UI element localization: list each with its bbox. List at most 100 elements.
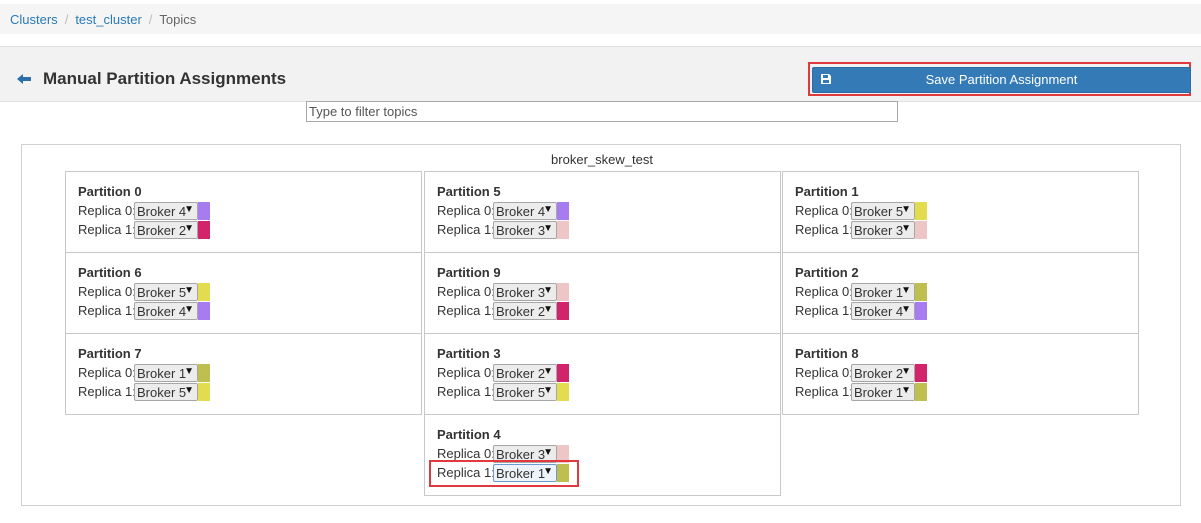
- broker-select-value: Broker 2: [496, 366, 546, 381]
- broker-color-swatch: [915, 221, 927, 239]
- caret-down-icon: ▼: [901, 366, 911, 377]
- partition-title: Partition 2: [795, 265, 859, 280]
- broker-color-swatch: [915, 302, 927, 320]
- partition-title: Partition 8: [795, 346, 859, 361]
- broker-select[interactable]: Broker 4 ▼: [851, 302, 915, 320]
- broker-color-swatch: [557, 283, 569, 301]
- partition-card: Partition 1 Replica 0: Broker 5 ▼ Replica 1:…: [782, 171, 1139, 253]
- replica-label: Replica 0:: [795, 284, 853, 299]
- partition-title: Partition 9: [437, 265, 501, 280]
- caret-down-icon: ▼: [184, 385, 194, 396]
- replica-label: Replica 0:: [78, 203, 136, 218]
- partition-card: Partition 9 Replica 0: Broker 3 ▼ Replica 1:…: [424, 252, 781, 334]
- partition-card: Partition 8 Replica 0: Broker 2 ▼ Replica 1:…: [782, 333, 1139, 415]
- partition-title: Partition 6: [78, 265, 142, 280]
- broker-select-value: Broker 4: [137, 304, 187, 319]
- caret-down-icon: ▼: [184, 223, 194, 234]
- broker-select[interactable]: Broker 5 ▼: [134, 383, 198, 401]
- broker-select-value: Broker 5: [137, 285, 187, 300]
- broker-color-swatch: [557, 302, 569, 320]
- broker-select[interactable]: Broker 1 ▼: [134, 364, 198, 382]
- broker-select[interactable]: Broker 4 ▼: [493, 202, 557, 220]
- broker-select[interactable]: Broker 3 ▼: [493, 221, 557, 239]
- broker-select-value: Broker 5: [137, 385, 187, 400]
- breadcrumb-separator: /: [64, 12, 69, 27]
- caret-down-icon: ▼: [543, 223, 553, 234]
- broker-select[interactable]: Broker 4 ▼: [134, 202, 198, 220]
- broker-select-value: Broker 1: [854, 385, 904, 400]
- replica-label: Replica 1:: [437, 222, 495, 237]
- topic-name: broker_skew_test: [551, 152, 653, 167]
- broker-select-value: Broker 2: [854, 366, 904, 381]
- caret-down-icon: ▼: [543, 304, 553, 315]
- caret-down-icon: ▼: [543, 385, 553, 396]
- broker-color-swatch: [557, 221, 569, 239]
- broker-color-swatch: [198, 221, 210, 239]
- broker-color-swatch: [557, 364, 569, 382]
- broker-select-value: Broker 3: [496, 285, 546, 300]
- replica-label: Replica 0:: [795, 365, 853, 380]
- breadcrumb-trail: Clusters / test_cluster / Topics: [10, 12, 196, 27]
- caret-down-icon: ▼: [184, 285, 194, 296]
- replica-label: Replica 0:: [437, 446, 495, 461]
- topic-filter-input[interactable]: [306, 101, 898, 122]
- broker-select-value: Broker 4: [137, 204, 187, 219]
- partition-title: Partition 7: [78, 346, 142, 361]
- replica-label: Replica 1:: [437, 303, 495, 318]
- caret-down-icon: ▼: [543, 447, 553, 458]
- broker-select[interactable]: Broker 1 ▼: [851, 283, 915, 301]
- caret-down-icon: ▼: [901, 223, 911, 234]
- breadcrumb-separator: /: [148, 12, 153, 27]
- broker-color-swatch: [915, 283, 927, 301]
- partition-card: Partition 6 Replica 0: Broker 5 ▼ Replica 1:…: [65, 252, 422, 334]
- broker-select[interactable]: Broker 2 ▼: [493, 364, 557, 382]
- broker-color-swatch: [198, 383, 210, 401]
- replica-label: Replica 1:: [78, 384, 136, 399]
- caret-down-icon: ▼: [901, 304, 911, 315]
- broker-select[interactable]: Broker 2 ▼: [851, 364, 915, 382]
- broker-select-value: Broker 5: [854, 204, 904, 219]
- broker-select[interactable]: Broker 5 ▼: [134, 283, 198, 301]
- breadcrumb-current: Topics: [159, 12, 197, 27]
- replica-label: Replica 0:: [437, 284, 495, 299]
- broker-select[interactable]: Broker 2 ▼: [493, 302, 557, 320]
- broker-color-swatch: [557, 202, 569, 220]
- save-partition-assignment-button[interactable]: Save Partition Assignment: [812, 67, 1191, 93]
- partition-title: Partition 5: [437, 184, 501, 199]
- broker-select-value: Broker 5: [496, 385, 546, 400]
- broker-color-swatch: [198, 364, 210, 382]
- broker-color-swatch: [915, 383, 927, 401]
- replica-label: Replica 1:: [78, 303, 136, 318]
- breadcrumb-clusters-link[interactable]: Clusters: [10, 12, 58, 27]
- broker-select-value: Broker 4: [496, 204, 546, 219]
- broker-color-swatch: [198, 283, 210, 301]
- broker-select[interactable]: Broker 2 ▼: [134, 221, 198, 239]
- broker-select[interactable]: Broker 5 ▼: [851, 202, 915, 220]
- caret-down-icon: ▼: [184, 204, 194, 215]
- broker-select-value: Broker 3: [854, 223, 904, 238]
- replica-selection-highlight: [429, 460, 579, 487]
- caret-down-icon: ▼: [543, 366, 553, 377]
- arrow-left-icon[interactable]: [16, 73, 34, 85]
- broker-select[interactable]: Broker 3 ▼: [851, 221, 915, 239]
- broker-select[interactable]: Broker 5 ▼: [493, 383, 557, 401]
- partition-card: Partition 3 Replica 0: Broker 2 ▼ Replica 1:…: [424, 333, 781, 415]
- save-button-label: Save Partition Assignment: [925, 72, 1078, 87]
- replica-label: Replica 1:: [795, 303, 853, 318]
- partition-title: Partition 1: [795, 184, 859, 199]
- broker-select-value: Broker 1: [137, 366, 187, 381]
- broker-color-swatch: [915, 202, 927, 220]
- replica-label: Replica 0:: [437, 203, 495, 218]
- caret-down-icon: ▼: [184, 304, 194, 315]
- broker-select[interactable]: Broker 3 ▼: [493, 283, 557, 301]
- caret-down-icon: ▼: [901, 204, 911, 215]
- caret-down-icon: ▼: [901, 285, 911, 296]
- broker-select[interactable]: Broker 1 ▼: [851, 383, 915, 401]
- broker-color-swatch: [915, 364, 927, 382]
- partition-card: Partition 2 Replica 0: Broker 1 ▼ Replica 1:…: [782, 252, 1139, 334]
- broker-select[interactable]: Broker 4 ▼: [134, 302, 198, 320]
- breadcrumb-cluster-link[interactable]: test_cluster: [75, 12, 141, 27]
- replica-label: Replica 1:: [795, 384, 853, 399]
- replica-label: Replica 0:: [795, 203, 853, 218]
- caret-down-icon: ▼: [184, 366, 194, 377]
